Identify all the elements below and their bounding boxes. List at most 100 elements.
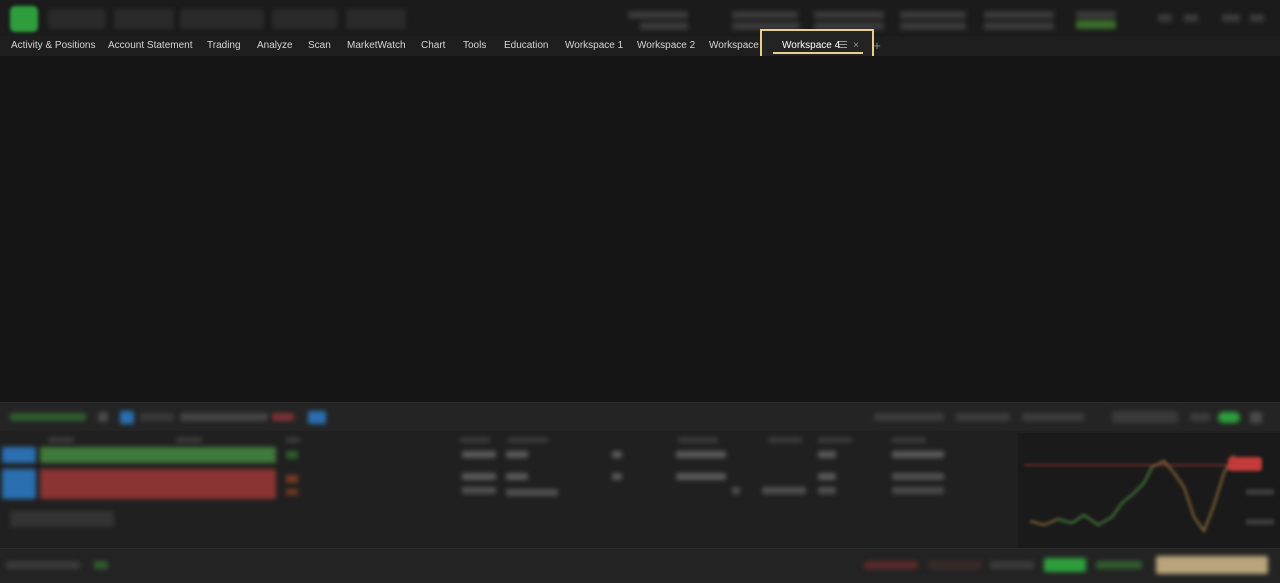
tab-add-icon[interactable]: + — [872, 36, 882, 56]
trade-toolbar — [0, 403, 1280, 431]
tab-marketwatch[interactable]: MarketWatch — [347, 36, 406, 56]
order-cell — [762, 487, 806, 494]
tab-tools[interactable]: Tools — [463, 36, 486, 56]
tab-analyze[interactable]: Analyze — [257, 36, 293, 56]
status-item — [6, 561, 80, 569]
header-icon[interactable] — [1250, 14, 1264, 22]
order-cell — [462, 473, 496, 480]
header-info — [628, 11, 688, 19]
ask-row-icon — [286, 475, 298, 483]
column-header — [892, 437, 926, 443]
status-item — [928, 561, 982, 569]
status-button[interactable] — [1044, 558, 1086, 572]
status-bar — [0, 548, 1280, 583]
order-cell — [818, 451, 836, 458]
toolbar-item[interactable] — [956, 413, 1010, 421]
workspace-area — [0, 56, 1280, 402]
header-button[interactable] — [114, 9, 174, 29]
order-cell — [612, 451, 622, 458]
tab-workspace-1[interactable]: Workspace 1 — [565, 36, 623, 56]
header-icon[interactable] — [1184, 14, 1198, 22]
column-header — [818, 437, 852, 443]
price-chart-svg — [1024, 454, 1274, 534]
add-order-button[interactable] — [10, 511, 114, 527]
toolbar-item[interactable] — [180, 413, 268, 421]
tab-chart[interactable]: Chart — [421, 36, 445, 56]
toolbar-icon[interactable] — [308, 411, 326, 424]
bid-row[interactable] — [40, 447, 276, 463]
order-cell — [676, 473, 726, 480]
tab-workspace-3[interactable]: Workspace 3 — [709, 36, 767, 56]
order-cell — [676, 451, 726, 458]
header-info — [900, 11, 966, 19]
status-item — [864, 561, 918, 569]
header-info — [1076, 11, 1116, 19]
app-window: Activity & Positions Account Statement T… — [0, 0, 1280, 583]
header-button[interactable] — [272, 9, 338, 29]
order-cell — [892, 451, 944, 458]
column-header — [678, 437, 718, 443]
status-item — [1096, 561, 1142, 569]
price-chart[interactable] — [1018, 433, 1280, 549]
order-cell — [732, 487, 740, 494]
column-header — [768, 437, 802, 443]
ask-row[interactable] — [40, 469, 276, 499]
header-icon[interactable] — [1158, 14, 1172, 22]
column-header — [286, 437, 300, 443]
order-cell — [818, 473, 836, 480]
header-button[interactable] — [48, 9, 106, 29]
order-cell — [612, 473, 622, 480]
ask-row-icon — [286, 489, 298, 495]
ask-badge[interactable] — [2, 469, 36, 499]
status-item — [94, 561, 108, 569]
order-cell — [462, 487, 496, 494]
toolbar-icon[interactable] — [98, 412, 108, 422]
top-header — [0, 0, 1280, 36]
header-info — [984, 11, 1054, 19]
toolbar-item[interactable] — [272, 413, 294, 421]
order-cell — [506, 451, 528, 458]
column-header — [460, 437, 490, 443]
toolbar-item[interactable] — [1112, 411, 1178, 423]
header-status — [1076, 20, 1116, 29]
toolbar-item[interactable] — [1022, 413, 1084, 421]
order-cell — [462, 451, 496, 458]
toolbar-icon[interactable] — [1250, 412, 1262, 423]
toolbar-item[interactable] — [874, 413, 944, 421]
column-header — [176, 437, 202, 443]
tab-trading[interactable]: Trading — [207, 36, 241, 56]
toolbar-icon[interactable] — [120, 411, 134, 424]
bid-badge[interactable] — [2, 447, 36, 463]
header-info — [984, 22, 1054, 30]
header-icon[interactable] — [1222, 14, 1240, 22]
header-button[interactable] — [346, 9, 406, 29]
order-cell — [892, 473, 944, 480]
column-header — [48, 437, 74, 443]
bid-row-icon — [286, 451, 298, 459]
header-info — [814, 11, 884, 19]
status-button[interactable] — [1156, 556, 1268, 574]
header-button[interactable] — [180, 9, 264, 29]
order-cell — [506, 473, 528, 480]
tab-scan[interactable]: Scan — [308, 36, 331, 56]
trade-panel — [0, 402, 1280, 549]
tab-education[interactable]: Education — [504, 36, 548, 56]
tab-workspace-2[interactable]: Workspace 2 — [637, 36, 695, 56]
order-cell — [892, 487, 944, 494]
tab-account-statement[interactable]: Account Statement — [108, 36, 193, 56]
toolbar-toggle[interactable] — [1218, 412, 1240, 423]
toolbar-toggle[interactable] — [1190, 413, 1210, 421]
header-info — [900, 22, 966, 30]
header-info — [640, 22, 688, 30]
order-cell — [818, 487, 836, 494]
status-item — [990, 561, 1034, 569]
tab-menu-icon[interactable] — [839, 41, 847, 50]
order-cell — [506, 489, 558, 496]
tab-bar: Activity & Positions Account Statement T… — [0, 36, 1280, 56]
toolbar-item[interactable] — [10, 413, 86, 421]
toolbar-item[interactable] — [140, 413, 174, 421]
column-header — [508, 437, 548, 443]
logo-icon[interactable] — [10, 6, 38, 32]
active-tab-underline — [773, 52, 863, 54]
tab-activity-positions[interactable]: Activity & Positions — [11, 36, 95, 56]
